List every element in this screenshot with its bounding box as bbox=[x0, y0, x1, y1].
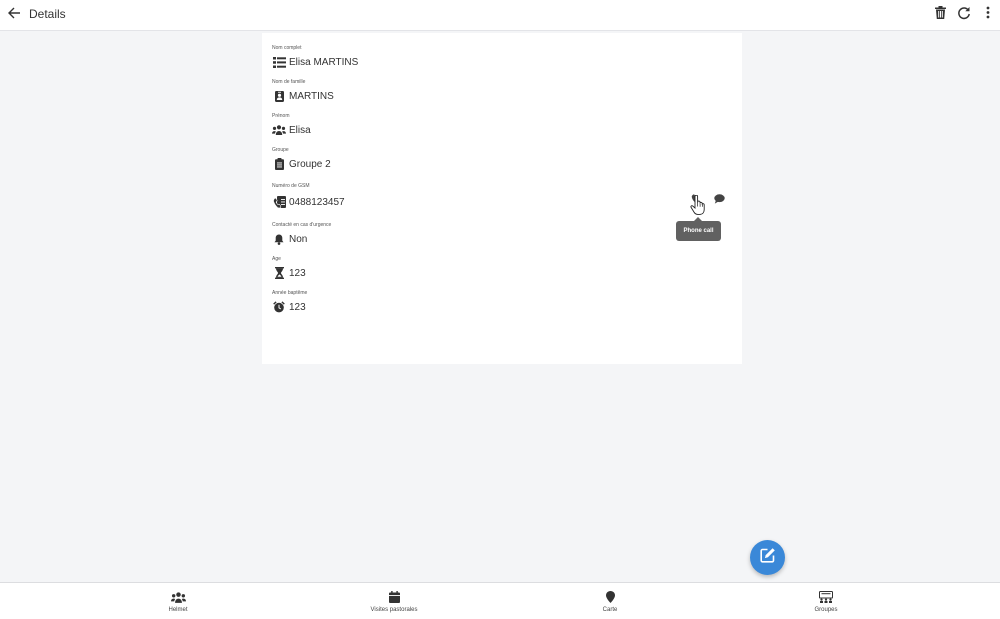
delete-button[interactable] bbox=[932, 5, 948, 25]
field-gsm-number: Numéro de GSM 0488123457 bbox=[272, 183, 345, 209]
page-title: Details bbox=[29, 7, 66, 21]
trash-icon bbox=[934, 6, 946, 24]
details-card: Nom complet Elisa MARTINS Nom de famille… bbox=[262, 33, 742, 364]
field-label: Nom de famille bbox=[272, 79, 306, 85]
field-value: 0488123457 bbox=[289, 196, 345, 208]
field-last-name: Nom de famille MARTINS bbox=[272, 79, 334, 103]
nav-item-carte[interactable]: Carte bbox=[550, 583, 670, 619]
field-value: 123 bbox=[289, 267, 306, 279]
edit-fab-button[interactable] bbox=[750, 540, 785, 575]
field-label: Groupe bbox=[272, 147, 289, 153]
id-badge-icon bbox=[272, 90, 286, 102]
users-icon bbox=[170, 590, 186, 604]
refresh-button[interactable] bbox=[956, 5, 972, 25]
field-group: Groupe Groupe 2 bbox=[272, 147, 331, 171]
alarm-clock-icon bbox=[272, 301, 286, 313]
send-message-button[interactable] bbox=[713, 194, 725, 206]
nav-label: Visites pastorales bbox=[370, 607, 418, 613]
field-label: Année baptême bbox=[272, 290, 308, 296]
bell-icon bbox=[272, 233, 286, 245]
field-first-name: Prénom Elisa bbox=[272, 113, 311, 137]
nav-item-groupes[interactable]: Groupes bbox=[766, 583, 886, 619]
field-baptism-year: Année baptême 123 bbox=[272, 290, 307, 314]
edit-icon bbox=[759, 547, 776, 568]
field-value: Groupe 2 bbox=[289, 158, 331, 170]
field-label: Prénom bbox=[272, 113, 290, 119]
nav-item-helmet[interactable]: Helmet bbox=[118, 583, 238, 619]
more-options-button[interactable] bbox=[980, 5, 996, 25]
field-value: Non bbox=[289, 233, 308, 245]
field-label: Age bbox=[272, 256, 281, 262]
more-vertical-icon bbox=[986, 6, 990, 24]
nav-label: Carte bbox=[602, 607, 618, 613]
back-button[interactable] bbox=[4, 5, 24, 25]
gsm-actions bbox=[690, 193, 725, 207]
phone-call-button[interactable] bbox=[690, 194, 702, 206]
groups-icon bbox=[819, 590, 833, 604]
field-age: Age 123 bbox=[272, 256, 306, 280]
nav-label: Groupes bbox=[814, 607, 838, 613]
field-label: Numéro de GSM bbox=[272, 183, 310, 189]
nav-label: Helmet bbox=[168, 607, 188, 613]
top-app-bar: Details bbox=[0, 0, 1000, 31]
users-icon bbox=[272, 124, 286, 136]
field-value: Elisa bbox=[289, 124, 311, 136]
field-full-name: Nom complet Elisa MARTINS bbox=[272, 45, 358, 69]
message-icon bbox=[713, 191, 725, 209]
map-marker-icon bbox=[605, 590, 615, 604]
phone-book-icon bbox=[272, 196, 286, 208]
field-value: Elisa MARTINS bbox=[289, 56, 359, 68]
field-emergency-contact: Contacté en cas d'urgence Non bbox=[272, 222, 331, 246]
clipboard-icon bbox=[272, 158, 286, 170]
nav-item-visites-pastorales[interactable]: Visites pastorales bbox=[334, 583, 454, 619]
field-value: MARTINS bbox=[289, 90, 334, 102]
phone-icon bbox=[691, 191, 701, 209]
calendar-icon bbox=[388, 590, 400, 604]
field-label: Contacté en cas d'urgence bbox=[272, 222, 332, 228]
phone-call-tooltip: Phone call bbox=[676, 217, 721, 241]
field-value: 123 bbox=[289, 301, 306, 313]
list-icon bbox=[272, 56, 286, 68]
hourglass-icon bbox=[272, 267, 286, 279]
bottom-navigation: Helmet Visites pastorales Carte Groupes bbox=[0, 582, 1000, 619]
field-label: Nom complet bbox=[272, 45, 302, 51]
arrow-left-icon bbox=[7, 6, 21, 25]
refresh-icon bbox=[957, 6, 971, 25]
